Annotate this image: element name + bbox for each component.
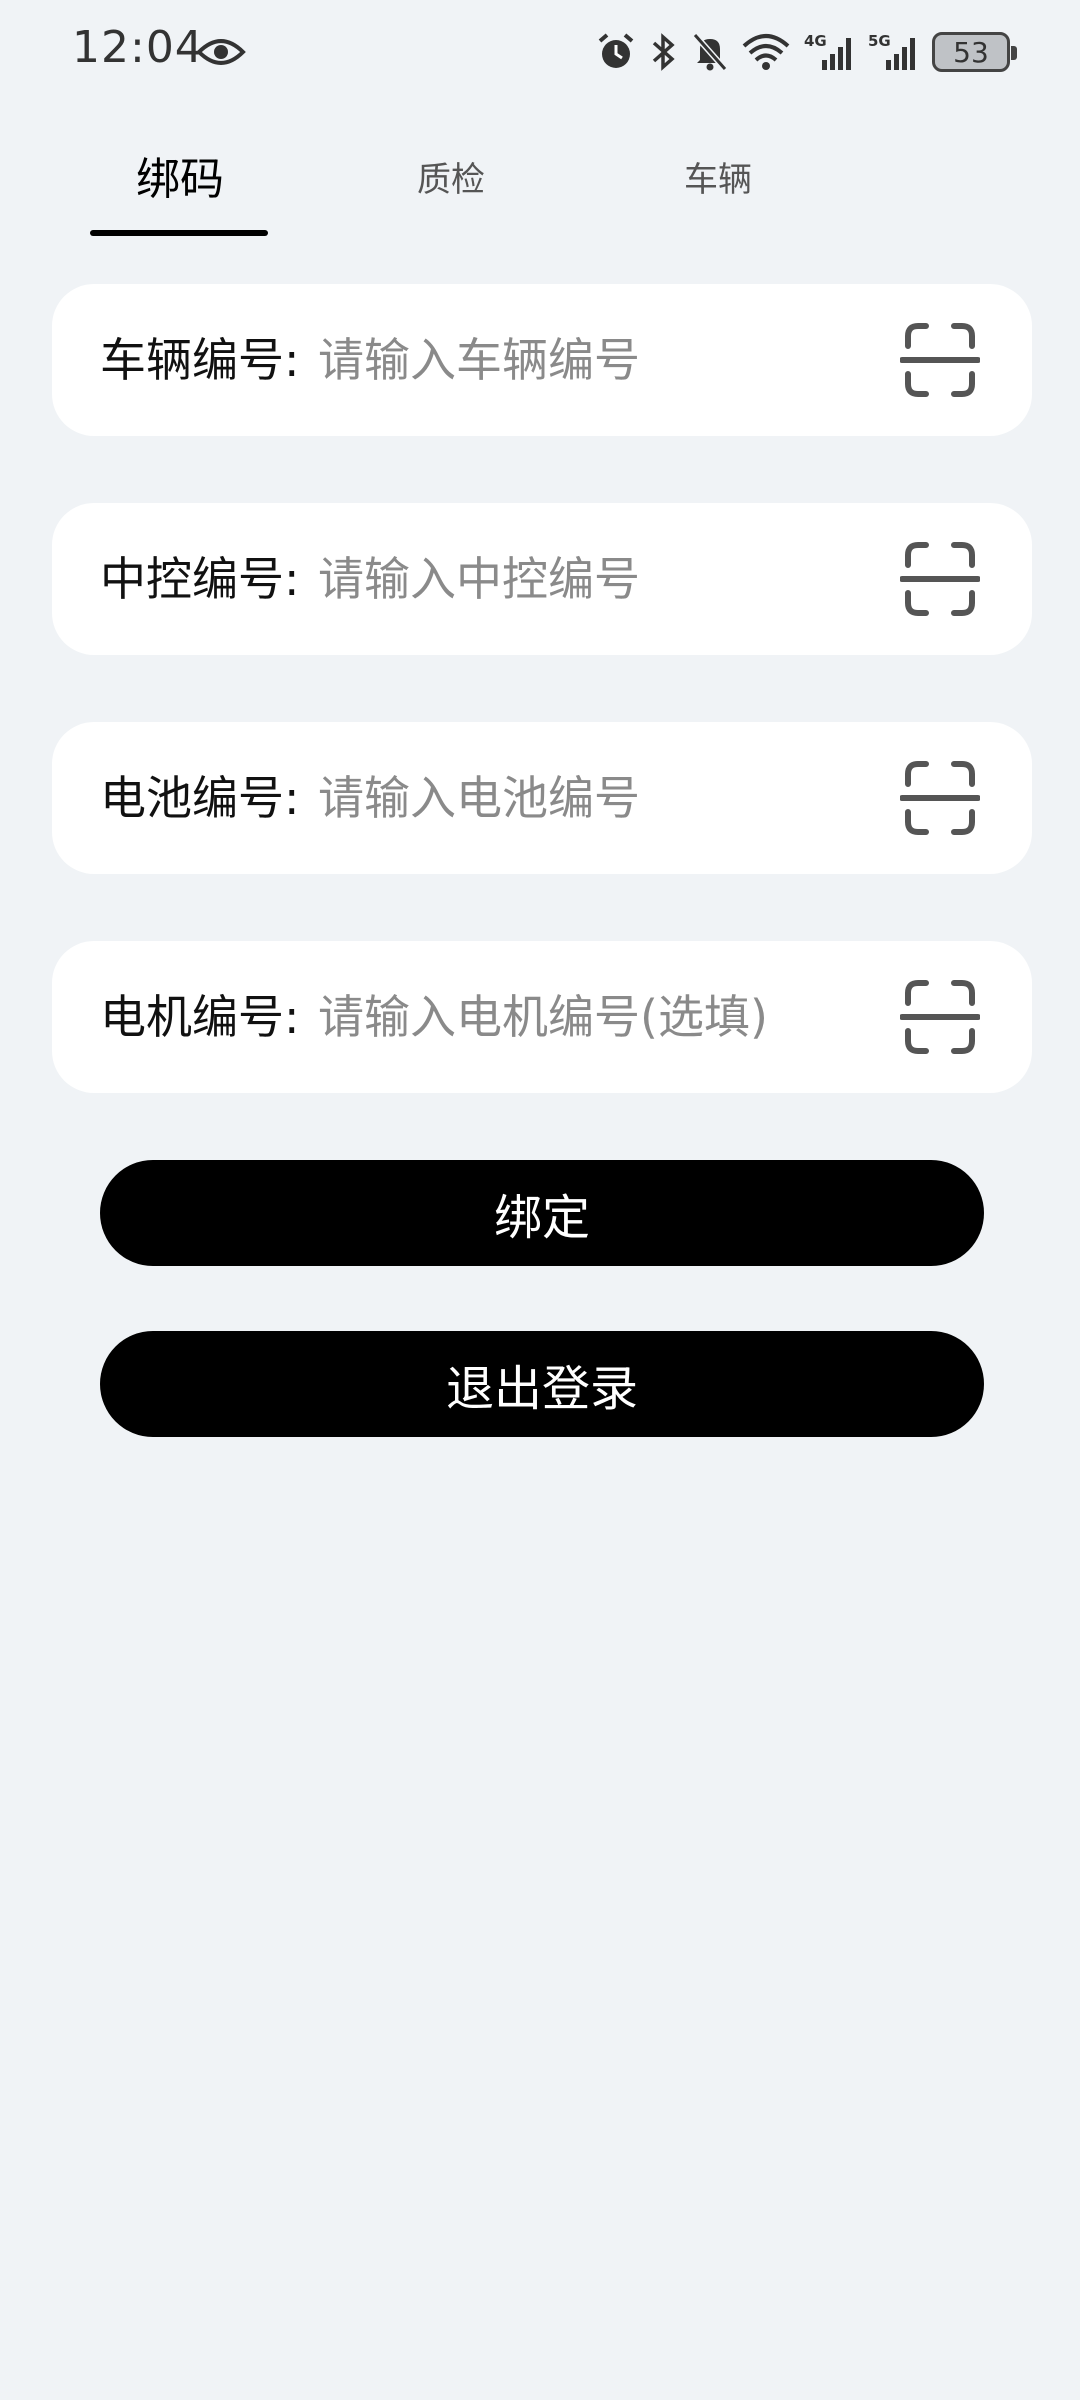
- status-icons: 4G 5G 53: [596, 24, 1017, 80]
- tab-label: 车辆: [684, 160, 752, 200]
- signal-4g-icon: 4G: [804, 32, 851, 70]
- motor-number-input[interactable]: [318, 977, 878, 1057]
- app-screen: 12:04 4G 5G 53 绑码 质检 车辆 车辆编号: 请输入车辆编号 中控…: [0, 0, 1080, 2400]
- battery-icon: 53: [932, 32, 1017, 72]
- vehicle-number-label: 车辆编号:: [100, 333, 300, 387]
- wifi-icon: [742, 34, 790, 70]
- svg-text:5G: 5G: [868, 32, 891, 50]
- scan-icon[interactable]: [900, 977, 980, 1057]
- scan-icon[interactable]: [900, 758, 980, 838]
- alarm-icon: [598, 33, 634, 68]
- bluetooth-icon: [652, 33, 675, 71]
- controller-number-label: 中控编号:: [100, 552, 300, 606]
- scan-icon[interactable]: [900, 320, 980, 400]
- eye-icon: [196, 39, 246, 65]
- controller-number-field: 中控编号:: [52, 503, 1032, 655]
- motor-number-field: 电机编号:: [52, 941, 1032, 1093]
- tab-bar: 绑码 质检 车辆: [0, 140, 1080, 250]
- tab-quality-check[interactable]: 质检: [351, 140, 551, 240]
- mute-icon: [692, 33, 728, 71]
- battery-level: 53: [953, 35, 989, 69]
- battery-number-label: 电池编号:: [100, 771, 300, 825]
- status-time: 12:04: [72, 22, 204, 73]
- tab-active-indicator: [90, 230, 268, 236]
- controller-number-input[interactable]: [318, 539, 878, 619]
- tab-vehicle[interactable]: 车辆: [618, 140, 818, 240]
- svg-text:4G: 4G: [804, 32, 827, 50]
- vehicle-number-field: 车辆编号:: [52, 284, 1032, 436]
- status-bar: 12:04 4G 5G 53: [0, 0, 1080, 100]
- battery-number-field: 电池编号:: [52, 722, 1032, 874]
- motor-number-label: 电机编号:: [100, 990, 300, 1044]
- logout-button[interactable]: 退出登录: [100, 1331, 984, 1437]
- tab-label: 绑码: [136, 154, 224, 205]
- vehicle-number-input[interactable]: [318, 320, 878, 400]
- scan-icon[interactable]: [900, 539, 980, 619]
- signal-5g-icon: 5G: [868, 32, 915, 70]
- bind-button[interactable]: 绑定: [100, 1160, 984, 1266]
- tab-label: 质检: [417, 160, 485, 200]
- battery-number-input[interactable]: [318, 758, 878, 838]
- tab-bind-code[interactable]: 绑码: [80, 140, 280, 240]
